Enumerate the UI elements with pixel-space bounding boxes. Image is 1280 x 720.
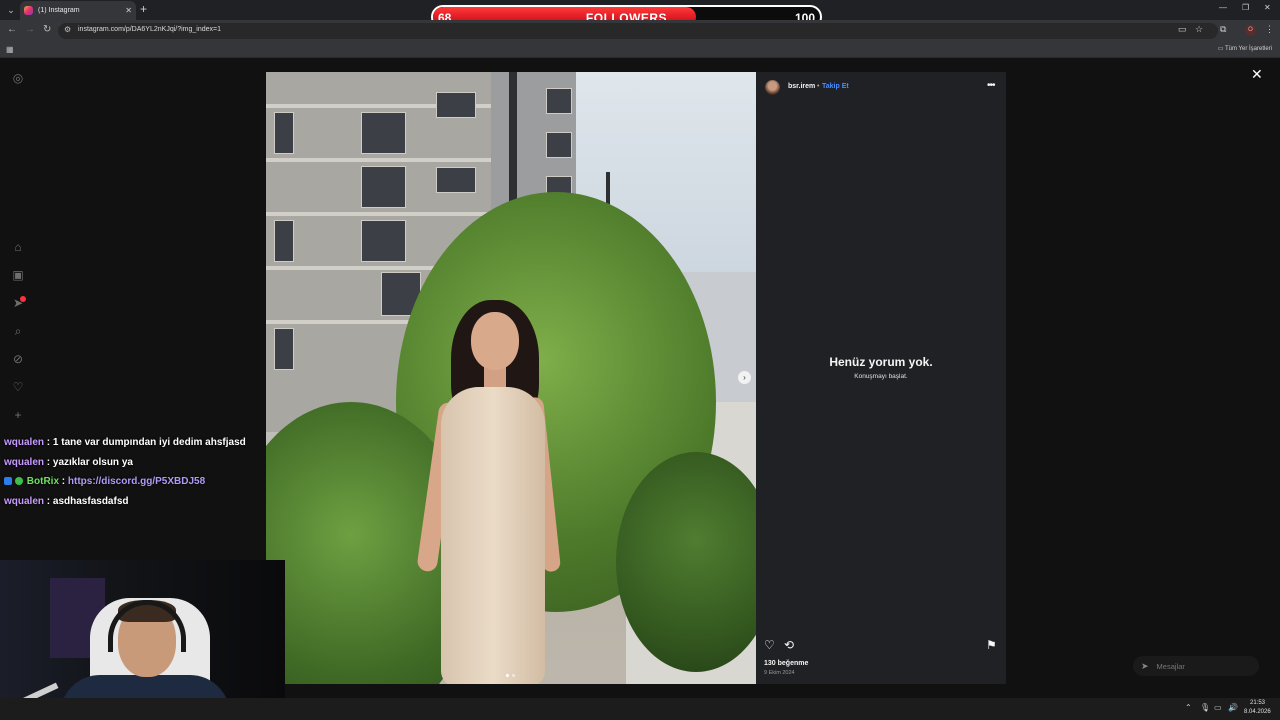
forward-icon[interactable]: → xyxy=(25,24,35,35)
chat-message: wqualen : yazıklar olsun ya xyxy=(4,456,133,468)
close-window-icon[interactable]: ✕ xyxy=(1264,3,1271,12)
post-username[interactable]: bsr.irem xyxy=(788,83,815,90)
volume-icon[interactable]: 🔊 xyxy=(1228,703,1238,712)
stream-chat: wqualen : 1 tane var dumpından iyi dedim… xyxy=(4,437,264,515)
bot-badges xyxy=(4,476,24,488)
tab-close-icon[interactable]: ✕ xyxy=(125,6,132,15)
new-tab-icon[interactable]: + xyxy=(140,2,147,16)
post-panel: bsr.irem • Takip Et ••• Henüz yorum yok.… xyxy=(756,72,1006,684)
messages-label: Mesajlar xyxy=(1156,661,1185,671)
url-field[interactable]: ⚙ instagram.com/p/DA6YL2nKJqi/?img_index… xyxy=(58,23,1218,39)
address-bar-row: ← → ↻ ⚙ instagram.com/p/DA6YL2nKJqi/?img… xyxy=(0,20,1280,42)
chat-text: 1 tane var dumpından iyi dedim ahsfjasd xyxy=(52,437,246,448)
back-icon[interactable]: ← xyxy=(7,24,17,35)
heart-icon[interactable]: ♡ xyxy=(10,379,26,395)
next-image-icon[interactable]: › xyxy=(738,371,751,384)
chat-username: wqualen xyxy=(4,456,45,468)
likes-count[interactable]: 130 beğenme xyxy=(764,660,808,667)
messenger-icon: ➤ xyxy=(1141,660,1149,671)
close-icon[interactable]: ✕ xyxy=(1251,66,1263,83)
bot-badge-icon xyxy=(4,477,12,485)
restore-icon[interactable]: ❐ xyxy=(1242,3,1249,12)
search-icon[interactable]: ⌕ xyxy=(10,323,26,339)
post-image[interactable] xyxy=(266,72,756,684)
minimize-icon[interactable]: — xyxy=(1219,3,1227,12)
chat-message: wqualen : 1 tane var dumpından iyi dedim… xyxy=(4,437,246,448)
follow-button[interactable]: Takip Et xyxy=(822,83,849,90)
chat-text: asdhasfasdafsd xyxy=(52,495,129,507)
browser-menu-icon[interactable]: ⋮ xyxy=(1265,24,1274,35)
tab-search-icon[interactable]: ⌄ xyxy=(4,3,18,17)
extensions-icon[interactable]: ⧉ xyxy=(1220,24,1226,35)
apps-grid-icon[interactable]: ▦ xyxy=(6,45,14,54)
reload-icon[interactable]: ↻ xyxy=(43,24,51,35)
chat-message: wqualen : asdhasfasdafsd xyxy=(4,495,129,507)
like-heart-icon[interactable]: ♡ xyxy=(764,638,775,652)
instagram-favicon-icon xyxy=(24,6,33,15)
browser-tab[interactable]: (1) Instagram ✕ xyxy=(20,1,136,20)
taskbar: ⌃ 🎙 ▭ 🔊 xyxy=(0,698,1280,720)
person-dress xyxy=(441,387,545,684)
tab-title: (1) Instagram xyxy=(38,7,80,14)
chat-username: wqualen xyxy=(4,495,45,507)
bookmarks-bar: ▦ ▭ Tüm Yer İşaretleri xyxy=(0,42,1280,58)
messages-button[interactable]: ➤ Mesajlar xyxy=(1133,656,1259,676)
create-icon[interactable]: + xyxy=(10,407,26,423)
bookmark-star-icon[interactable]: ☆ xyxy=(1195,24,1203,35)
site-info-icon[interactable]: ⚙ xyxy=(64,25,71,34)
pagination-dot xyxy=(506,674,509,677)
separator-dot: • xyxy=(817,83,820,90)
microphone-icon[interactable]: 🎙 xyxy=(1200,703,1210,712)
tray-chevron-icon[interactable]: ⌃ xyxy=(1185,703,1192,712)
profile-avatar[interactable]: O xyxy=(1245,25,1256,36)
repost-icon[interactable]: ⟲ xyxy=(784,638,794,652)
webcam-feed xyxy=(0,560,285,720)
pagination-dot xyxy=(512,674,515,677)
cast-icon[interactable]: ▭ xyxy=(1178,24,1187,35)
no-comments-heading: Henüz yorum yok. xyxy=(829,355,933,369)
post-date: 9 Ekim 2024 xyxy=(764,670,795,676)
start-conversation-text: Konuşmayı başlat. xyxy=(854,373,908,380)
network-icon[interactable]: ▭ xyxy=(1214,703,1222,712)
reels-icon[interactable]: ▣ xyxy=(10,267,26,283)
chat-text: yazıklar olsun ya xyxy=(52,456,133,468)
notification-badge xyxy=(20,296,26,302)
chat-username: wqualen xyxy=(4,437,45,448)
all-bookmarks-link[interactable]: ▭ Tüm Yer İşaretleri xyxy=(1218,45,1272,52)
home-icon[interactable]: ⌂ xyxy=(10,239,26,255)
more-options-icon[interactable]: ••• xyxy=(987,80,995,91)
person-face xyxy=(471,312,519,370)
bookmark-icon[interactable]: ⚑ xyxy=(986,638,997,652)
all-bookmarks-label: Tüm Yer İşaretleri xyxy=(1224,46,1272,52)
chat-username: BotRix xyxy=(26,476,60,487)
url-text: instagram.com/p/DA6YL2nKJqi/?img_index=1 xyxy=(78,26,221,33)
image-pagination-dots xyxy=(506,674,515,677)
explore-icon[interactable]: ⊘ xyxy=(10,351,26,367)
avatar[interactable] xyxy=(765,80,780,95)
chat-message: BotRix : https://discord.gg/P5XBDJ58 xyxy=(4,476,264,488)
taskbar-time[interactable]: 21:53 xyxy=(1250,700,1265,706)
instagram-icon[interactable]: ◎ xyxy=(10,70,26,86)
verified-badge-icon xyxy=(14,477,23,485)
taskbar-date[interactable]: 8.04.2026 xyxy=(1244,709,1271,715)
chat-link[interactable]: https://discord.gg/P5XBDJ58 xyxy=(68,476,205,487)
